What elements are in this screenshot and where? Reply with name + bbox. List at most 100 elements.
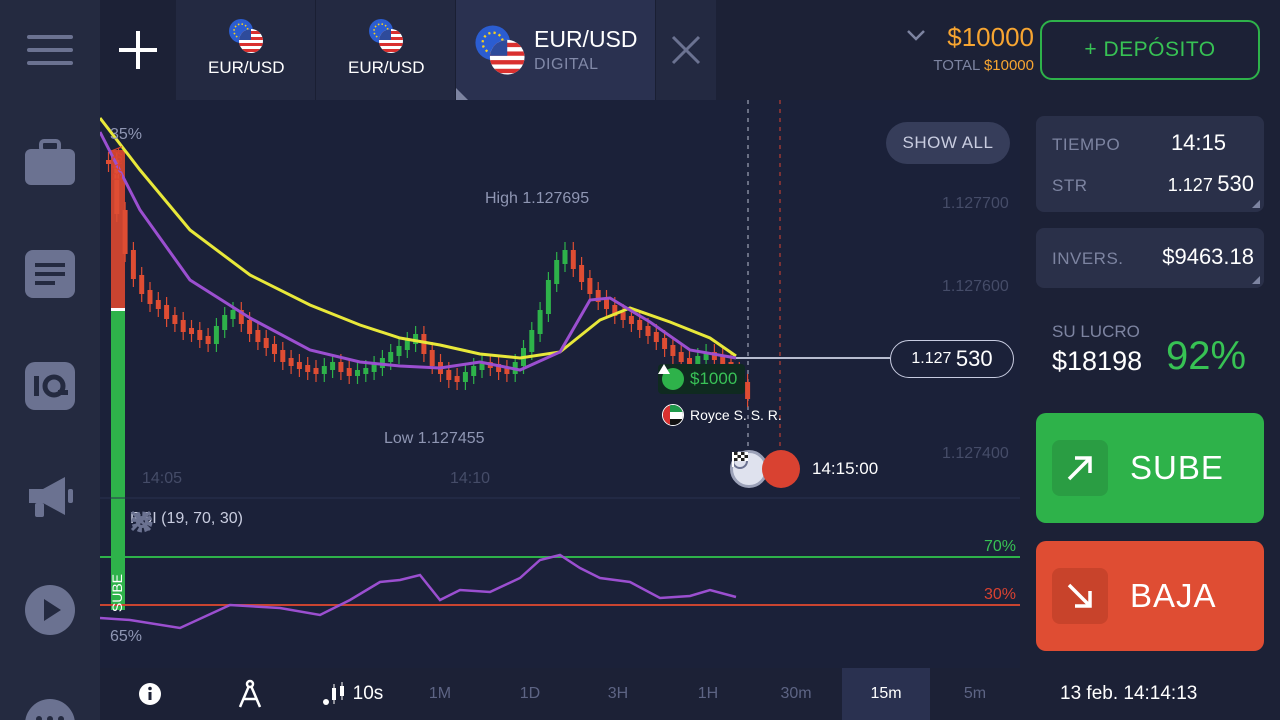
period-5m[interactable]: 5m bbox=[945, 668, 1005, 720]
baja-label: BAJA bbox=[1130, 577, 1217, 614]
candle-body bbox=[189, 328, 194, 334]
strike-value: 1.127 530 bbox=[1168, 171, 1254, 197]
baja-percentage: 35% bbox=[110, 126, 143, 143]
strike-large: 530 bbox=[1217, 171, 1254, 196]
plus-icon bbox=[119, 31, 157, 69]
asset-tab-1[interactable]: EUR/USD bbox=[176, 0, 316, 100]
candle-body bbox=[554, 260, 560, 284]
candle-body bbox=[213, 326, 219, 344]
investment-label: INVERS. bbox=[1052, 249, 1124, 268]
sube-button[interactable]: SUBE bbox=[1036, 413, 1264, 523]
uae-flag-icon bbox=[662, 404, 684, 426]
candle-body bbox=[670, 345, 676, 356]
bottom-toolbar: 10s 1M 1D 3H 1H 30m 15m 5m 13 feb. 14:14… bbox=[100, 668, 1280, 720]
candle-body bbox=[579, 265, 585, 282]
candle-body bbox=[662, 338, 668, 349]
candle-body bbox=[637, 320, 643, 330]
candle-body bbox=[280, 350, 286, 362]
add-asset-button[interactable] bbox=[100, 0, 176, 100]
menu-icon[interactable] bbox=[24, 26, 76, 74]
sidebar bbox=[0, 0, 100, 720]
candle-body bbox=[529, 330, 535, 352]
sube-percentage: 65% bbox=[110, 628, 143, 645]
period-1h[interactable]: 1H bbox=[678, 668, 738, 720]
asset-tab-active[interactable]: EUR/USD DIGITAL bbox=[456, 0, 656, 100]
candle-body bbox=[446, 370, 452, 380]
period-1d[interactable]: 1D bbox=[500, 668, 560, 720]
baja-button[interactable]: BAJA bbox=[1036, 541, 1264, 651]
drawing-compass-icon[interactable] bbox=[230, 668, 270, 720]
eur-usd-flag-icon bbox=[229, 19, 263, 53]
time-row: TIEMPO 14:15 bbox=[1052, 130, 1254, 156]
candle-body bbox=[313, 368, 319, 374]
candle-body bbox=[139, 275, 145, 294]
investment-value: $9463.18 bbox=[1162, 244, 1254, 269]
iq-chat-icon[interactable] bbox=[24, 362, 76, 410]
candle-body bbox=[338, 362, 344, 372]
candle-body bbox=[180, 320, 186, 332]
asset-tab-label: EUR/USD bbox=[348, 58, 425, 77]
period-30m[interactable]: 30m bbox=[766, 668, 826, 720]
megaphone-icon[interactable] bbox=[24, 474, 76, 522]
portfolio-icon[interactable] bbox=[24, 138, 76, 186]
trader-marker[interactable]: Royce S. S. R. bbox=[662, 404, 782, 426]
checkered-flag-icon bbox=[732, 450, 800, 488]
candle-body bbox=[230, 310, 236, 319]
active-asset-label: EUR/USD bbox=[534, 26, 638, 52]
deposit-button[interactable]: + DEPÓSITO bbox=[1040, 20, 1260, 80]
expiry-marker: 14:15:00 bbox=[730, 450, 878, 488]
sube-label: SUBE bbox=[1130, 449, 1224, 486]
tab-corner-icon bbox=[456, 88, 468, 100]
candle-body bbox=[471, 366, 477, 376]
balance-display[interactable]: $10000 TOTAL $10000 bbox=[906, 22, 1034, 74]
price-chart[interactable]: 35% BAJA SUBE 65% High 1.127695 Low 1.12… bbox=[100, 100, 1020, 668]
expiry-strike-box[interactable]: TIEMPO 14:15 STR 1.127 530 bbox=[1036, 116, 1264, 212]
price-tick: 1.127700 bbox=[942, 195, 1009, 212]
top-bar: EUR/USD EUR/USD EUR/USD DIGITAL $10000 T… bbox=[100, 0, 1280, 100]
price-small: 1.127 bbox=[911, 350, 952, 367]
asset-tab-label: EUR/USD bbox=[208, 58, 285, 77]
price-large: 530 bbox=[955, 346, 993, 371]
open-position-badge[interactable]: $1000 bbox=[658, 364, 746, 394]
current-price-pill: 1.127 530 bbox=[890, 340, 1014, 378]
candle-body bbox=[172, 315, 178, 324]
news-icon[interactable] bbox=[24, 250, 76, 298]
video-play-icon[interactable] bbox=[24, 585, 76, 635]
profit-value: $18198 bbox=[1052, 346, 1143, 376]
candle-body bbox=[628, 316, 634, 324]
candle-body bbox=[296, 362, 302, 369]
close-icon bbox=[671, 35, 701, 65]
asset-tab-2[interactable]: EUR/USD bbox=[316, 0, 456, 100]
period-15m[interactable]: 15m bbox=[842, 668, 930, 720]
trading-app: EUR/USD EUR/USD EUR/USD DIGITAL $10000 T… bbox=[0, 0, 1280, 720]
candle-body bbox=[404, 340, 410, 350]
candle-body bbox=[164, 305, 170, 319]
candle-body bbox=[197, 330, 203, 340]
candle-body bbox=[537, 310, 543, 334]
candle-body bbox=[678, 352, 684, 362]
probability-divider bbox=[111, 308, 125, 311]
time-tick: 14:05 bbox=[142, 470, 183, 487]
sube-probability-bar bbox=[111, 310, 125, 610]
more-icon[interactable] bbox=[24, 690, 76, 720]
candle-body bbox=[562, 250, 568, 264]
chart-canvas bbox=[100, 100, 1020, 630]
candle-body bbox=[620, 312, 626, 320]
period-3h[interactable]: 3H bbox=[588, 668, 648, 720]
bet-amount: $1000 bbox=[690, 369, 738, 388]
close-icon[interactable] bbox=[130, 510, 152, 532]
arrow-up-icon bbox=[658, 364, 684, 390]
candle-body bbox=[222, 315, 228, 330]
close-tab-button[interactable] bbox=[656, 0, 716, 100]
show-all-button[interactable]: SHOW ALL bbox=[886, 122, 1010, 164]
candle-body bbox=[147, 290, 153, 304]
info-icon[interactable] bbox=[130, 668, 170, 720]
candle-body bbox=[130, 250, 136, 279]
candle-body bbox=[155, 300, 161, 309]
investment-box[interactable]: INVERS. $9463.18 bbox=[1036, 228, 1264, 288]
timeframe-selector[interactable]: 10s bbox=[318, 668, 388, 720]
corner-indicator bbox=[1252, 200, 1260, 208]
time-label: TIEMPO bbox=[1052, 135, 1121, 154]
time-value: 14:15 bbox=[1170, 130, 1226, 155]
period-1m[interactable]: 1M bbox=[410, 668, 470, 720]
